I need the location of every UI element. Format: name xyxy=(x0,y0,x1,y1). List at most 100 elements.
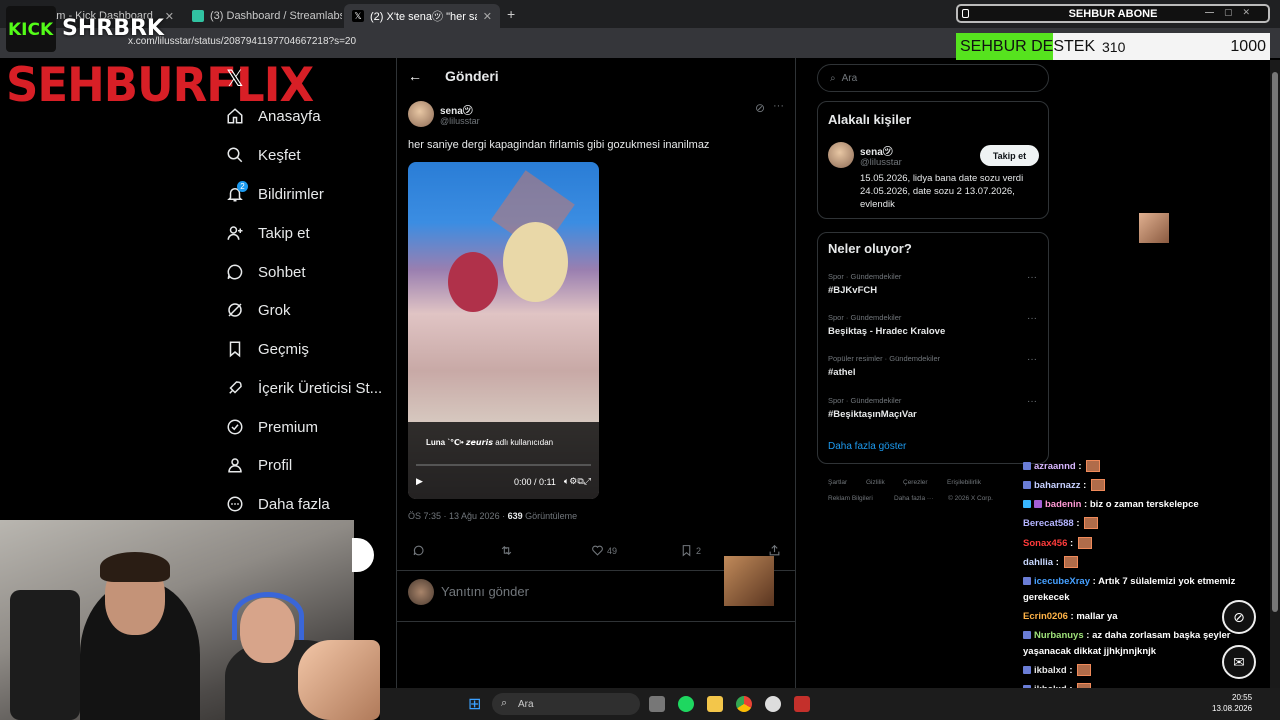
trend-more-icon[interactable]: ··· xyxy=(1027,354,1037,365)
clock-date: 13.08.2026 xyxy=(1212,704,1253,713)
nav-item-profile[interactable]: Profil xyxy=(226,452,292,478)
browser-tab-x[interactable]: 𝕏 (2) X'te sena㋡ "her saniye dergi ✕ xyxy=(344,4,500,28)
spotify-icon[interactable] xyxy=(678,696,694,712)
trend-title[interactable]: Beşiktaş - Hradec Kralove xyxy=(828,326,945,337)
trend-more-icon[interactable]: ··· xyxy=(1027,313,1037,324)
nav-item-notifications[interactable]: 2 Bildirimler xyxy=(226,181,324,207)
obs-icon[interactable] xyxy=(765,696,781,712)
performer-figure xyxy=(448,252,498,312)
chat-user: azraannd xyxy=(1034,461,1076,472)
system-clock[interactable]: 20:55 13.08.2026 xyxy=(1212,692,1252,714)
chat-user: Ecrin0206 xyxy=(1023,611,1068,622)
close-icon[interactable]: ✕ xyxy=(477,10,492,23)
related-name[interactable]: sena㋡ xyxy=(860,143,893,158)
file-explorer-icon[interactable] xyxy=(707,696,723,712)
chat-user: Nurbanuys xyxy=(1034,630,1084,641)
streamlabs-icon xyxy=(192,10,204,22)
footer-link[interactable]: Şartlar xyxy=(828,479,847,486)
related-handle[interactable]: @lilusstar xyxy=(860,157,902,168)
trend-title[interactable]: #athel xyxy=(828,367,855,378)
like-button[interactable]: 49 xyxy=(591,544,617,557)
taskbar-search[interactable]: ⌕ Ara xyxy=(492,693,640,715)
windows-start-icon[interactable]: ⊞ xyxy=(468,694,481,714)
trends-card: Neler oluyor? xyxy=(817,232,1049,464)
show-more-link[interactable]: Daha fazla göster xyxy=(828,441,906,452)
chat-user: baharnazz xyxy=(1034,480,1081,491)
abone-bar: SEHBUR ABONE —▢✕ xyxy=(956,4,1270,23)
author-name[interactable]: sena㋡ xyxy=(440,102,473,117)
back-arrow-icon[interactable]: ← xyxy=(408,68,422,84)
destek-current: 310 xyxy=(1102,39,1126,55)
x-favicon-icon: 𝕏 xyxy=(352,10,364,22)
reply-button[interactable] xyxy=(412,544,428,557)
messages-fab-icon[interactable]: ✉ xyxy=(1222,645,1256,679)
reply-input[interactable]: Yanıtını gönder xyxy=(441,584,529,599)
repost-button[interactable] xyxy=(500,544,516,557)
nav-item-premium[interactable]: Premium xyxy=(226,414,318,440)
browser-tab-streamlabs[interactable]: (3) Dashboard / Streamlabs ✕ xyxy=(184,4,342,28)
badge-icon xyxy=(1023,500,1031,509)
search-input[interactable]: ⌕ Ara xyxy=(817,64,1049,92)
bookmark-count: 2 xyxy=(696,545,702,556)
scrollbar-thumb[interactable] xyxy=(1272,72,1278,612)
app-icon[interactable] xyxy=(794,696,810,712)
chat-text: mallar ya xyxy=(1076,611,1118,622)
user-avatar xyxy=(408,579,434,605)
grok-fab-icon[interactable]: ⊘ xyxy=(1222,600,1256,634)
play-icon[interactable]: ▶ xyxy=(416,476,423,487)
bookmark-button[interactable]: 2 xyxy=(680,544,701,557)
trend-title[interactable]: #BJKvFCH xyxy=(828,285,877,296)
chat-message: baharnazz : xyxy=(1023,478,1268,494)
trend-more-icon[interactable]: ··· xyxy=(1027,396,1037,407)
kick-channel-logo: KICK SHRBRK xyxy=(6,4,164,54)
like-count: 49 xyxy=(607,545,618,556)
tab-label: (3) Dashboard / Streamlabs xyxy=(210,10,342,22)
task-view-icon[interactable] xyxy=(649,696,665,712)
caption-user: Luna ˋ℃ᵎ• 𝙯𝙚𝙪𝙧𝙞𝙨 xyxy=(426,438,494,447)
footer-link[interactable]: Gizlilik xyxy=(866,479,885,486)
trend-meta: Spor · Gündemdekiler xyxy=(828,396,902,405)
footer-link[interactable]: Daha fazla ··· xyxy=(894,495,933,502)
views-label: Görüntüleme xyxy=(522,511,578,521)
chat-message: azraannd : xyxy=(1023,459,1268,475)
footer-link[interactable]: Çerezler xyxy=(903,479,928,486)
nav-item-grok[interactable]: Grok xyxy=(226,297,291,323)
view-count: 639 xyxy=(507,511,523,521)
nav-item-follow[interactable]: Takip et xyxy=(226,220,310,246)
footer-link[interactable]: Reklam Bilgileri xyxy=(828,495,873,502)
post-video[interactable]: Luna ˋ℃ᵎ• 𝙯𝙚𝙪𝙧𝙞𝙨 adlı kullanıcıdan ▶ 0:0… xyxy=(408,162,599,499)
chrome-icon[interactable] xyxy=(736,696,752,712)
nav-item-home[interactable]: Anasayfa xyxy=(226,103,321,129)
trend-more-icon[interactable]: ··· xyxy=(1027,272,1037,283)
nav-label: Premium xyxy=(258,418,319,436)
trend-title[interactable]: #BeşiktaşınMaçıVar xyxy=(828,409,917,420)
page-title: Gönderi xyxy=(445,68,499,84)
author-handle[interactable]: @lilusstar xyxy=(440,116,480,126)
nav-label: Sohbet xyxy=(258,263,306,281)
chat-message: Berecat588 : xyxy=(1023,516,1268,532)
footer-link[interactable]: Erişilebilirlik xyxy=(947,479,981,486)
nav-item-more[interactable]: Daha fazla xyxy=(226,491,330,517)
nav-item-history[interactable]: Geçmiş xyxy=(226,336,309,362)
emote-icon xyxy=(1084,517,1099,530)
more-options-icon[interactable]: ··· xyxy=(773,100,784,112)
emote-overlay xyxy=(1139,213,1169,243)
fullscreen-icon[interactable]: ⤢ xyxy=(584,476,591,487)
performer-figure xyxy=(503,222,568,302)
video-progress-bar[interactable] xyxy=(416,464,591,466)
new-tab-button[interactable]: + xyxy=(507,6,515,22)
badge-icon xyxy=(1023,462,1031,471)
nav-item-chat[interactable]: Sohbet xyxy=(226,259,306,285)
settings-icon[interactable]: ⚙︎ xyxy=(569,476,577,487)
author-avatar[interactable] xyxy=(408,101,434,127)
related-avatar[interactable] xyxy=(828,142,854,168)
x-logo-icon[interactable]: 𝕏 xyxy=(226,66,244,92)
nav-item-explore[interactable]: Keşfet xyxy=(226,142,301,168)
nav-item-creator-studio[interactable]: İçerik Üreticisi St... xyxy=(226,375,382,401)
caption-suffix: adlı kullanıcıdan xyxy=(495,438,554,447)
follow-button[interactable]: Takip et xyxy=(980,145,1039,166)
channel-name: SHRBRK xyxy=(62,16,164,41)
post-button-partial[interactable] xyxy=(352,538,374,572)
gaming-chair xyxy=(10,590,80,720)
grok-icon[interactable]: ⊘ xyxy=(755,101,765,115)
